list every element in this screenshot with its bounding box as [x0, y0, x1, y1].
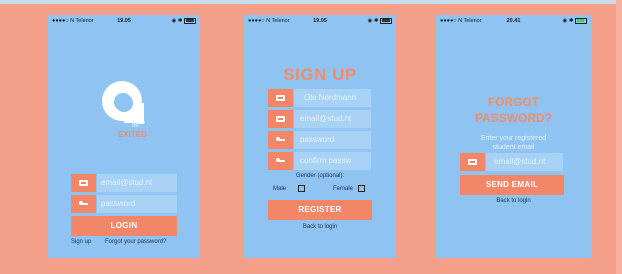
page-title-line1: FORGOT	[487, 95, 540, 109]
app-logo: be EXITED	[96, 79, 156, 141]
key-icon	[71, 195, 96, 213]
email-field[interactable]: email@stud.nt	[71, 174, 177, 192]
female-label: Female	[333, 186, 354, 192]
login-screen: ●●●●○ N Telenor 19.05 ◉ ✱ be EXITED emai…	[48, 15, 200, 258]
signup-screen: ●●●●○ N Telenor 19.05 ◉ ✱ SIGN UP Ola No…	[244, 15, 396, 258]
logo-small-text: be	[132, 123, 139, 129]
forgot-password-link[interactable]: Forgot your password?	[105, 239, 166, 245]
status-bar: ●●●●○ N Telenor 19.05 ◉ ✱	[48, 15, 200, 27]
battery-icon: ◉ ✱	[172, 15, 196, 27]
male-label: Male	[273, 186, 287, 192]
back-to-login-link[interactable]: Back to login	[436, 198, 591, 204]
login-button[interactable]: LOGIN	[71, 216, 177, 236]
password-input[interactable]: password	[294, 131, 371, 149]
email-input[interactable]: email@stud.nt	[97, 174, 177, 192]
email-input[interactable]: email@stud.nt	[486, 153, 563, 171]
instruction-line1: Enter your registered	[480, 135, 547, 142]
register-button[interactable]: REGISTER	[268, 200, 372, 220]
send-email-button[interactable]: SEND EMAIL	[460, 175, 564, 195]
female-checkbox[interactable]	[358, 185, 365, 192]
top-strip	[0, 0, 622, 4]
confirm-password-input[interactable]: confirm passw	[294, 152, 371, 170]
password-field[interactable]: password	[268, 131, 371, 149]
forgot-password-screen: ●●●●○ N Telenor 20.41 ◉ ✱ FORGOT PASSWOR…	[436, 15, 591, 258]
key-icon	[268, 131, 293, 149]
id-card-icon	[268, 89, 293, 107]
email-field[interactable]: email@stud.nt	[460, 153, 563, 171]
status-bar: ●●●●○ N Telenor 19.05 ◉ ✱	[244, 15, 396, 27]
right-strip	[616, 0, 622, 274]
key-icon	[268, 152, 293, 170]
email-field[interactable]: email@stud.nt	[268, 110, 371, 128]
gender-label: Gender (optional):	[295, 173, 345, 179]
battery-icon: ◉ ✱	[563, 15, 587, 27]
email-icon	[71, 174, 96, 192]
logo-text: EXITED	[118, 130, 147, 139]
back-to-login-link[interactable]: Back to login	[244, 224, 396, 230]
logo-mark-icon	[102, 81, 145, 124]
confirm-password-field[interactable]: confirm passw	[268, 152, 371, 170]
email-icon	[268, 110, 293, 128]
password-field[interactable]: password	[71, 195, 177, 213]
battery-icon: ◉ ✱	[368, 15, 392, 27]
status-bar: ●●●●○ N Telenor 20.41 ◉ ✱	[436, 15, 591, 27]
name-field[interactable]: Ola Nordmann	[268, 89, 371, 107]
page-title-line2: PASSWORD?	[474, 111, 553, 125]
password-input[interactable]: password	[97, 195, 177, 213]
email-input[interactable]: email@stud.nt	[294, 110, 371, 128]
male-checkbox[interactable]	[298, 185, 305, 192]
instruction-line2: student email	[492, 144, 535, 151]
email-icon	[460, 153, 485, 171]
signup-link[interactable]: Sign up	[71, 239, 91, 245]
page-title: SIGN UP	[283, 65, 357, 84]
name-input[interactable]: Ola Nordmann	[294, 89, 371, 107]
